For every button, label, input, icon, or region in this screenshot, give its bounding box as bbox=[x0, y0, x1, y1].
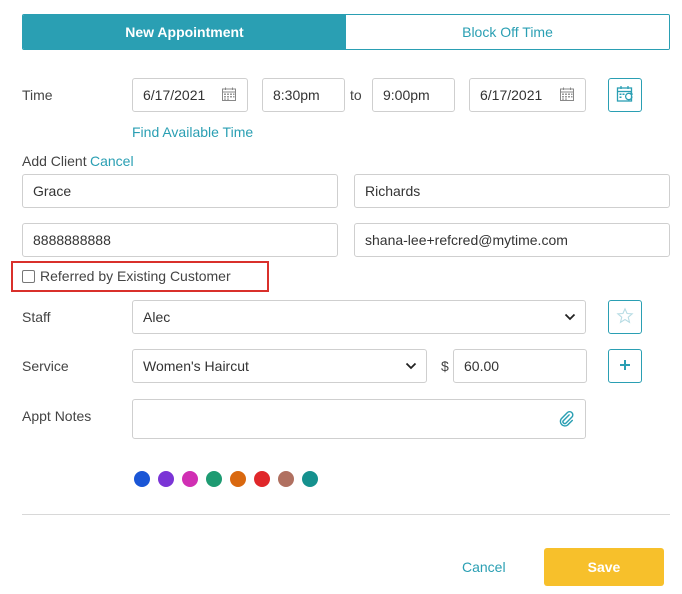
start-time-field[interactable]: 8:30pm bbox=[262, 78, 345, 112]
appt-notes-label: Appt Notes bbox=[22, 408, 92, 424]
referred-label[interactable]: Referred by Existing Customer bbox=[40, 268, 231, 284]
calendar-repeat-icon bbox=[615, 84, 635, 107]
price-value: 60.00 bbox=[464, 358, 500, 374]
staff-select[interactable]: Alec bbox=[132, 300, 586, 334]
color-swatch[interactable] bbox=[158, 471, 174, 487]
phone-field[interactable]: 8888888888 bbox=[22, 223, 338, 257]
color-swatch[interactable] bbox=[302, 471, 318, 487]
staff-label: Staff bbox=[22, 309, 51, 325]
color-swatch[interactable] bbox=[206, 471, 222, 487]
appt-notes-field[interactable] bbox=[132, 399, 586, 439]
service-selected-value: Women's Haircut bbox=[143, 358, 249, 374]
last-name-value: Richards bbox=[365, 183, 421, 199]
first-name-field[interactable]: Grace bbox=[22, 174, 338, 208]
color-swatch[interactable] bbox=[230, 471, 246, 487]
tab-block-off-time[interactable]: Block Off Time bbox=[346, 15, 669, 49]
color-swatch[interactable] bbox=[254, 471, 270, 487]
paperclip-icon[interactable] bbox=[557, 409, 575, 430]
find-available-time-link[interactable]: Find Available Time bbox=[132, 124, 253, 140]
end-time-value: 9:00pm bbox=[383, 87, 430, 103]
phone-value: 8888888888 bbox=[33, 232, 111, 248]
footer-divider bbox=[22, 514, 670, 515]
recurring-calendar-button[interactable] bbox=[608, 78, 642, 112]
first-name-value: Grace bbox=[33, 183, 72, 199]
end-time-field[interactable]: 9:00pm bbox=[372, 78, 455, 112]
chevron-down-icon bbox=[404, 359, 418, 373]
start-time-value: 8:30pm bbox=[273, 87, 320, 103]
service-select[interactable]: Women's Haircut bbox=[132, 349, 427, 383]
color-swatch[interactable] bbox=[278, 471, 294, 487]
calendar-icon[interactable] bbox=[559, 86, 575, 105]
email-value: shana-lee+refcred@mytime.com bbox=[365, 232, 568, 248]
color-swatch[interactable] bbox=[182, 471, 198, 487]
end-date-field[interactable]: 6/17/2021 bbox=[469, 78, 586, 112]
save-button[interactable]: Save bbox=[544, 548, 664, 586]
star-icon bbox=[616, 306, 634, 328]
time-label: Time bbox=[22, 87, 53, 103]
favorite-staff-button[interactable] bbox=[608, 300, 642, 334]
cancel-add-client-link[interactable]: Cancel bbox=[90, 153, 134, 169]
to-label: to bbox=[350, 87, 362, 103]
start-date-field[interactable]: 6/17/2021 bbox=[132, 78, 248, 112]
appointment-type-tabs: New Appointment Block Off Time bbox=[22, 14, 670, 50]
email-field[interactable]: shana-lee+refcred@mytime.com bbox=[354, 223, 670, 257]
staff-selected-value: Alec bbox=[143, 309, 171, 325]
referred-checkbox[interactable] bbox=[22, 270, 35, 283]
add-service-button[interactable] bbox=[608, 349, 642, 383]
cancel-button[interactable]: Cancel bbox=[462, 559, 506, 575]
currency-symbol: $ bbox=[441, 358, 449, 374]
end-date-value: 6/17/2021 bbox=[480, 87, 543, 103]
service-label: Service bbox=[22, 358, 69, 374]
color-swatch[interactable] bbox=[134, 471, 150, 487]
chevron-down-icon bbox=[563, 310, 577, 324]
plus-icon bbox=[619, 358, 631, 374]
price-field[interactable]: 60.00 bbox=[453, 349, 587, 383]
start-date-value: 6/17/2021 bbox=[143, 87, 206, 103]
last-name-field[interactable]: Richards bbox=[354, 174, 670, 208]
tab-new-appointment[interactable]: New Appointment bbox=[23, 15, 346, 49]
add-client-label: Add Client bbox=[22, 153, 87, 169]
calendar-icon[interactable] bbox=[221, 86, 237, 105]
